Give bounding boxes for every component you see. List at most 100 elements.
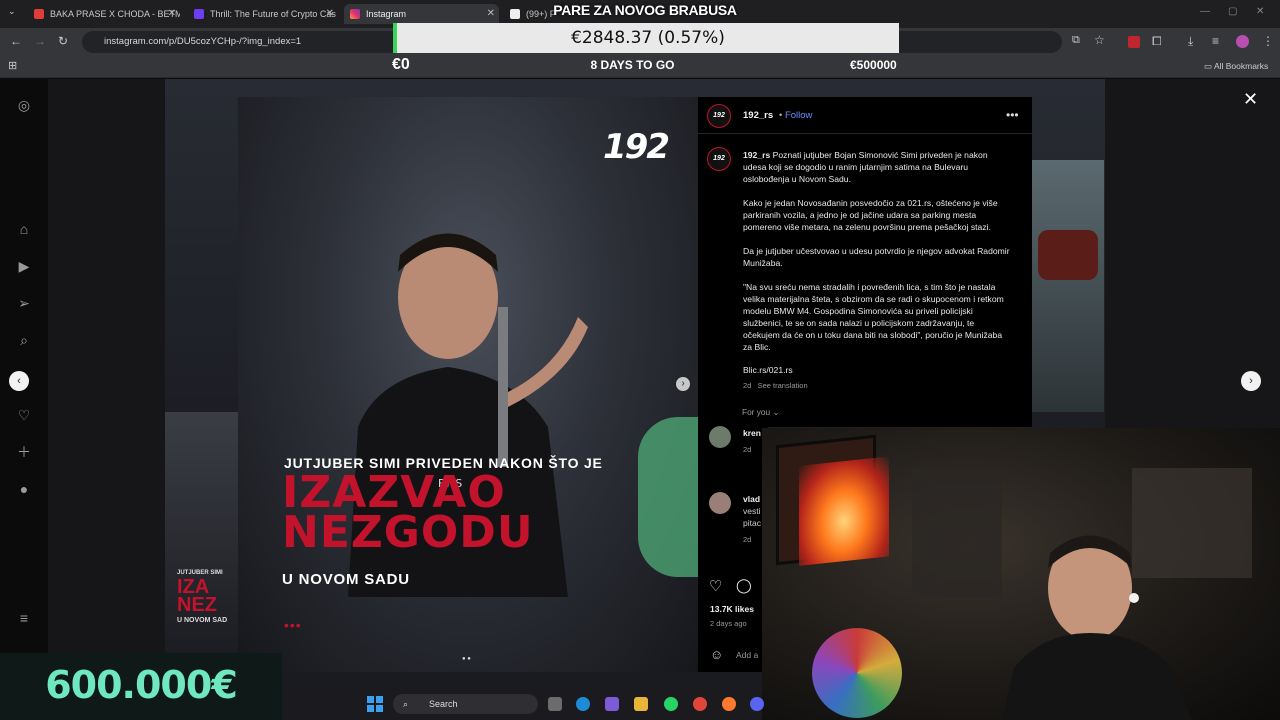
tv-screen xyxy=(776,434,889,566)
tiktok-icon xyxy=(510,9,520,19)
tab-betmi[interactable]: BAKA PRASE X CHODA - BETMI ✕ xyxy=(28,4,180,24)
instagram-icon xyxy=(350,9,360,19)
profile-icon[interactable]: ● xyxy=(15,480,33,498)
search-icon[interactable]: ⌕ xyxy=(15,331,33,349)
copilot-icon[interactable] xyxy=(605,697,619,711)
emoji-icon[interactable]: ☺ xyxy=(710,647,723,662)
tab-label: Thrill: The Future of Crypto Cas xyxy=(210,9,336,19)
tab-thrill[interactable]: Thrill: The Future of Crypto Cas ✕ xyxy=(188,4,338,24)
minimize-icon[interactable]: — xyxy=(1200,6,1210,17)
url-text: instagram.com/p/DU5cozYCHp-/?img_index=1 xyxy=(104,36,302,47)
author-avatar[interactable]: 192 xyxy=(707,104,731,128)
caption-p4: "Na svu sreću nema stradalih i povređeni… xyxy=(743,282,1004,352)
windows-start-icon[interactable] xyxy=(367,696,383,712)
taskbar-search[interactable]: ⌕ Search xyxy=(393,694,538,714)
car-shape xyxy=(638,417,698,577)
edge-icon[interactable] xyxy=(576,697,590,711)
caption-meta: 2d See translation xyxy=(743,381,808,390)
heart-icon[interactable]: ♡ xyxy=(709,577,722,595)
back-icon[interactable]: ← xyxy=(10,34,22,48)
thumb-caption: U NOVOM SAD xyxy=(177,617,228,624)
chevron-right-icon: › xyxy=(681,378,685,389)
tab-list-icon[interactable]: ⌄ xyxy=(8,6,16,17)
more-icon[interactable]: ••• xyxy=(1006,108,1019,122)
for-you-dropdown[interactable]: For you ⌄ xyxy=(742,407,779,417)
close-tab-icon[interactable]: ✕ xyxy=(487,8,495,19)
create-icon[interactable]: ＋ xyxy=(15,443,33,461)
instagram-icon[interactable]: ◎ xyxy=(15,96,33,114)
stream-goal-title: PARE ZA NOVOG BRABUSA xyxy=(553,2,737,18)
caption-source-link[interactable]: Blic.rs/021.rs xyxy=(743,365,793,375)
tractor-shape xyxy=(1038,230,1098,280)
bookmark-star-icon[interactable]: ☆ xyxy=(1094,33,1105,47)
caption-p2: Kako je jedan Novosađanin posvedočio za … xyxy=(743,198,998,232)
caption-age: 2d xyxy=(743,381,752,390)
maximize-icon[interactable]: ▢ xyxy=(1228,6,1237,17)
author-handle[interactable]: 192_rs xyxy=(743,110,773,121)
prev-post-thumbnail[interactable]: JUTJUBER SIMI IZA NEZ U NOVOM SAD xyxy=(165,412,238,652)
comment-avatar[interactable] xyxy=(709,492,731,514)
reload-icon[interactable]: ↻ xyxy=(58,34,68,48)
menu-icon[interactable]: ≡ xyxy=(15,609,33,627)
comment-user[interactable]: kren xyxy=(743,428,761,438)
firefox-icon[interactable] xyxy=(722,697,736,711)
search-icon: ⌕ xyxy=(403,699,409,709)
tab-label: Instagram xyxy=(366,9,407,19)
tab-instagram[interactable]: Instagram ✕ xyxy=(344,4,499,24)
download-icon[interactable]: ⤓ xyxy=(1188,34,1193,49)
caption-p1: Poznati jutjuber Bojan Simonović Simi pr… xyxy=(743,150,988,184)
comment-age: 2d xyxy=(743,535,752,544)
comment-text: pitac xyxy=(743,518,761,528)
extensions-icon[interactable]: ⧠ xyxy=(1152,34,1162,49)
browser-menu-icon[interactable]: ⋮ xyxy=(1262,34,1274,48)
promo-amount: 600.000€ xyxy=(45,663,238,707)
explorer-icon[interactable] xyxy=(634,697,648,711)
caption-avatar[interactable]: 192 xyxy=(707,147,731,171)
separator: • xyxy=(779,110,783,121)
fireplace-image xyxy=(799,456,889,566)
discord-icon[interactable] xyxy=(750,697,764,711)
chevron-down-icon: ⌄ xyxy=(772,407,780,417)
add-comment-input[interactable]: Add a xyxy=(736,650,758,660)
task-view-icon[interactable] xyxy=(548,697,562,711)
headline-main-line2: NEZGODU xyxy=(282,507,534,558)
headline-main: IZAZVAO NEZGODU xyxy=(282,471,534,558)
see-translation-link[interactable]: See translation xyxy=(758,381,808,390)
home-icon[interactable]: ⌂ xyxy=(15,220,33,238)
all-bookmarks[interactable]: ▭ All Bookmarks xyxy=(1204,61,1268,72)
caption-p3: Da je jutjuber učestvovao u udesu potvrd… xyxy=(743,246,1010,268)
reels-icon[interactable]: ▶ xyxy=(15,257,33,275)
comment-icon[interactable]: ◯ xyxy=(736,577,752,594)
close-icon[interactable]: ✕ xyxy=(1243,89,1258,110)
for-you-label: For you xyxy=(742,407,771,417)
close-tab-icon[interactable]: ✕ xyxy=(168,8,176,19)
install-app-icon[interactable]: ⧉ xyxy=(1072,34,1080,47)
chevron-left-icon[interactable]: ‹ xyxy=(9,371,29,391)
window-close-icon[interactable]: ✕ xyxy=(1256,6,1264,17)
close-tab-icon[interactable]: ✕ xyxy=(326,8,334,19)
chrome-icon[interactable] xyxy=(693,697,707,711)
forward-icon[interactable]: → xyxy=(34,34,46,48)
comment-avatar[interactable] xyxy=(709,426,731,448)
next-post-thumbnail[interactable] xyxy=(1032,160,1104,412)
promo-banner: 600.000€ xyxy=(0,653,282,720)
send-icon[interactable]: ➢ xyxy=(15,294,33,312)
all-bookmarks-label: All Bookmarks xyxy=(1213,61,1269,71)
likes-count[interactable]: 13.7K likes xyxy=(710,604,754,614)
profile-avatar[interactable] xyxy=(1236,35,1249,48)
post-image[interactable]: FWS 192 JUTJUBER SIMI PRIVEDEN NAKON ŠTO… xyxy=(238,97,698,672)
caption-handle[interactable]: 192_rs xyxy=(743,150,770,160)
follow-label: Follow xyxy=(784,110,813,121)
comments-list xyxy=(698,427,768,672)
apps-grid-icon[interactable]: ⊞ xyxy=(8,59,17,72)
heart-icon[interactable]: ♡ xyxy=(15,406,33,424)
image-next-button[interactable]: › xyxy=(676,377,690,391)
comment-user[interactable]: vlad xyxy=(743,494,760,504)
goal-end: €500000 xyxy=(850,58,897,72)
extension-icon[interactable] xyxy=(1128,36,1140,48)
chevron-right-icon[interactable]: › xyxy=(1241,371,1261,391)
follow-button[interactable]: • Follow xyxy=(779,110,812,121)
post-caption: 192_rs Poznati jutjuber Bojan Simonović … xyxy=(743,149,1013,365)
whatsapp-icon[interactable] xyxy=(664,697,678,711)
media-icon[interactable]: ≡ xyxy=(1212,34,1219,48)
